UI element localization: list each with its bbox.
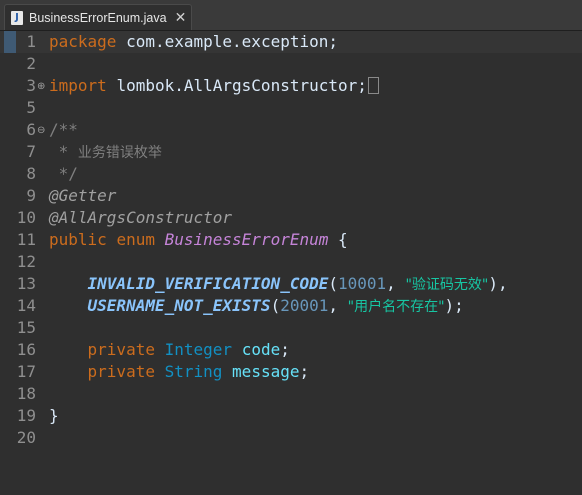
comment: * bbox=[49, 142, 69, 161]
code-line[interactable]: 15 bbox=[0, 317, 582, 339]
keyword: package bbox=[49, 32, 117, 51]
code-line[interactable]: 6 ⊖ /** bbox=[0, 119, 582, 141]
comment: /** bbox=[49, 120, 78, 139]
line-number: 1 bbox=[26, 32, 36, 51]
fold-expand-icon[interactable]: ⊕ bbox=[37, 76, 45, 98]
separator: , bbox=[328, 296, 348, 315]
line-number: 2 bbox=[26, 54, 36, 73]
code-line[interactable]: 12 bbox=[0, 251, 582, 273]
line-number: 10 bbox=[16, 208, 36, 227]
paren: ); bbox=[444, 296, 464, 315]
code-line[interactable]: 3 ⊕ import lombok.AllArgsConstructor; bbox=[0, 75, 582, 97]
string-literal: "验证码无效" bbox=[405, 277, 489, 293]
string-literal: "用户名不存在" bbox=[347, 299, 445, 315]
line-number: 19 bbox=[16, 406, 36, 425]
tab-business-error-enum[interactable]: J BusinessErrorEnum.java ✕ bbox=[4, 4, 192, 30]
brace: } bbox=[49, 406, 59, 425]
code-line[interactable]: 2 bbox=[0, 53, 582, 75]
line-number: 14 bbox=[16, 296, 36, 315]
import-name: lombok.AllArgsConstructor; bbox=[116, 76, 367, 95]
paren: ( bbox=[270, 296, 281, 315]
line-number: 12 bbox=[16, 252, 36, 271]
paren: ), bbox=[488, 274, 508, 293]
code-line[interactable]: 13 INVALID_VERIFICATION_CODE(10001, "验证码… bbox=[0, 273, 582, 295]
type-name: Integer bbox=[164, 340, 233, 359]
line-number: 20 bbox=[16, 428, 36, 447]
line-number: 9 bbox=[26, 186, 36, 205]
enum-constant: USERNAME_NOT_EXISTS bbox=[87, 296, 271, 315]
code-line[interactable]: 17 private String message; bbox=[0, 361, 582, 383]
field-name: code bbox=[241, 340, 281, 359]
line-number: 6 bbox=[26, 120, 36, 139]
semicolon: ; bbox=[280, 340, 290, 359]
line-number: 18 bbox=[16, 384, 36, 403]
number-literal: 20001 bbox=[280, 296, 329, 315]
code-line[interactable]: 18 bbox=[0, 383, 582, 405]
comment: */ bbox=[49, 164, 78, 183]
separator: , bbox=[386, 274, 406, 293]
type-name: String bbox=[164, 362, 223, 381]
line-number: 8 bbox=[26, 164, 36, 183]
keyword: private bbox=[87, 340, 155, 359]
code-line[interactable]: 14 USERNAME_NOT_EXISTS(20001, "用户名不存在"); bbox=[0, 295, 582, 317]
keyword: import bbox=[49, 76, 107, 95]
code-line[interactable]: 11 public enum BusinessErrorEnum { bbox=[0, 229, 582, 251]
line-number: 15 bbox=[16, 318, 36, 337]
line-number: 11 bbox=[16, 230, 36, 249]
line-number: 17 bbox=[16, 362, 36, 381]
code-editor[interactable]: 1 package com.example.exception; 2 3 ⊕ i… bbox=[0, 31, 582, 495]
line-number: 16 bbox=[16, 340, 36, 359]
folded-imports-icon[interactable] bbox=[367, 77, 379, 94]
keyword: public bbox=[49, 230, 107, 249]
code-line[interactable]: 7 * 业务错误枚举 bbox=[0, 141, 582, 163]
number-literal: 10001 bbox=[338, 274, 387, 293]
code-line[interactable]: 8 */ bbox=[0, 163, 582, 185]
keyword: enum bbox=[116, 230, 155, 249]
java-file-icon: J bbox=[11, 10, 23, 25]
line-number: 3 bbox=[26, 76, 36, 95]
line-number: 13 bbox=[16, 274, 36, 293]
code-line[interactable]: 5 bbox=[0, 97, 582, 119]
code-line[interactable]: 20 bbox=[0, 427, 582, 449]
comment-text: 业务错误枚举 bbox=[77, 145, 162, 161]
annotation: @AllArgsConstructor bbox=[49, 208, 233, 227]
line-number: 7 bbox=[26, 142, 36, 161]
code-line[interactable]: 1 package com.example.exception; bbox=[0, 31, 582, 53]
class-name: BusinessErrorEnum bbox=[164, 230, 329, 249]
code-line[interactable]: 16 private Integer code; bbox=[0, 339, 582, 361]
code-editor-window: J BusinessErrorEnum.java ✕ 1 package com… bbox=[0, 0, 582, 495]
paren: ( bbox=[328, 274, 338, 293]
keyword: private bbox=[87, 362, 155, 381]
code-line[interactable]: 19 } bbox=[0, 405, 582, 427]
field-name: message bbox=[232, 362, 300, 381]
enum-constant: INVALID_VERIFICATION_CODE bbox=[87, 274, 329, 293]
fold-collapse-icon[interactable]: ⊖ bbox=[37, 120, 45, 142]
brace: { bbox=[338, 230, 348, 249]
code-line[interactable]: 10 @AllArgsConstructor bbox=[0, 207, 582, 229]
line-number: 5 bbox=[26, 98, 36, 117]
annotation: @Getter bbox=[49, 186, 117, 205]
close-icon[interactable]: ✕ bbox=[175, 10, 187, 26]
semicolon: ; bbox=[299, 362, 310, 381]
code-line[interactable]: 9 @Getter bbox=[0, 185, 582, 207]
package-name: com.example.exception; bbox=[126, 32, 338, 51]
tab-title: BusinessErrorEnum.java bbox=[29, 10, 167, 25]
editor-tab-bar: J BusinessErrorEnum.java ✕ bbox=[0, 0, 582, 31]
